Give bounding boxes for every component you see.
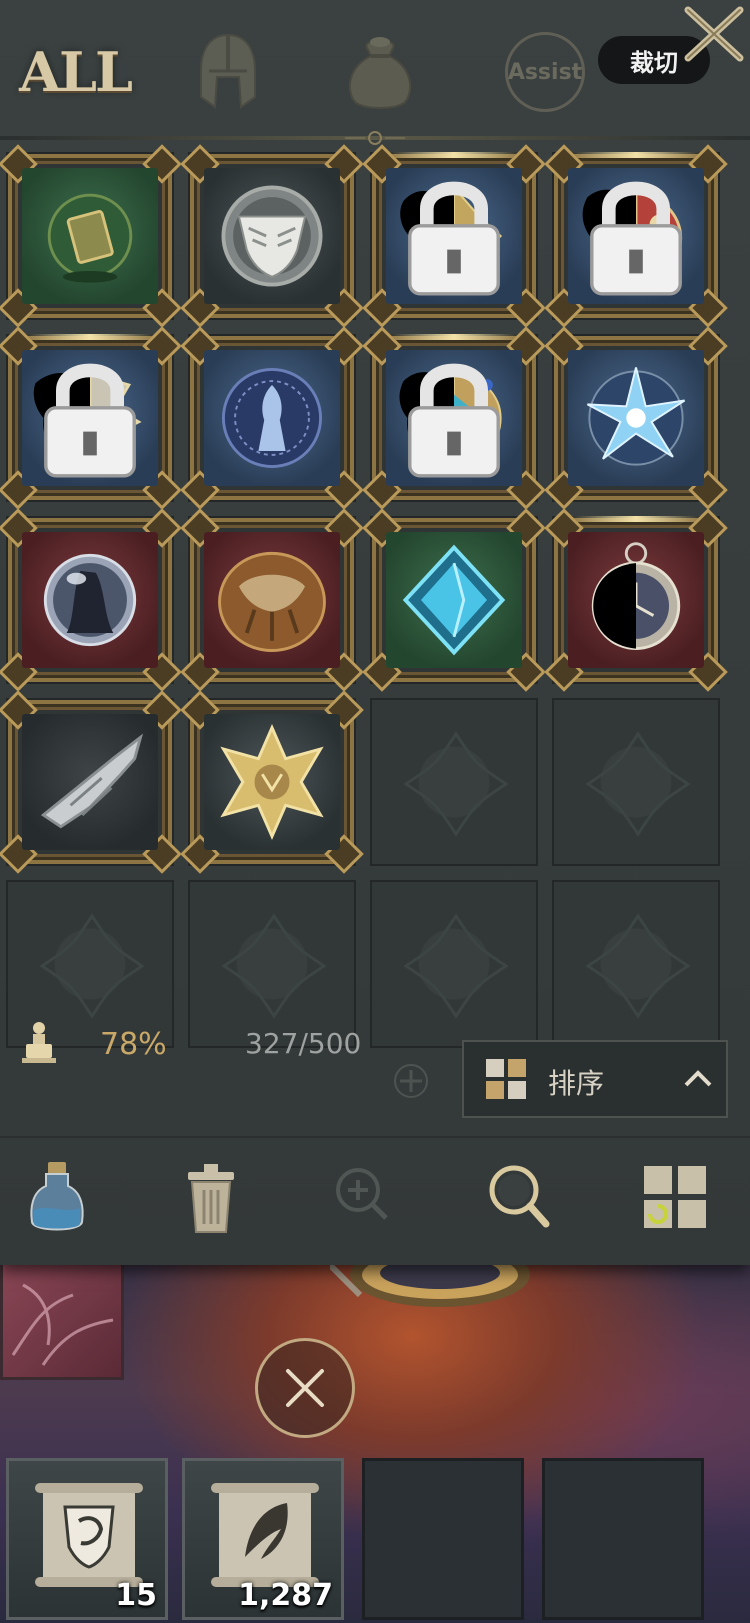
inventory-slot[interactable] bbox=[0, 508, 182, 692]
empty-slot[interactable] bbox=[370, 880, 538, 1048]
expand-capacity-icon[interactable] bbox=[392, 1062, 430, 1100]
empty-slot-pattern-icon bbox=[585, 913, 691, 1019]
empty-slot-pattern-icon bbox=[403, 731, 509, 837]
inventory-slot[interactable] bbox=[362, 144, 546, 328]
cyan-diamond-crystal-icon bbox=[402, 544, 506, 656]
pendant-ornament bbox=[330, 1265, 530, 1307]
empty-slot[interactable] bbox=[370, 698, 538, 866]
blue-spirit-sigil-icon bbox=[221, 367, 323, 469]
inventory-slot[interactable] bbox=[362, 508, 546, 692]
assist-ring-icon: Assist bbox=[505, 32, 585, 112]
tab-consumables[interactable] bbox=[340, 22, 420, 122]
grid-refresh-icon bbox=[644, 1166, 706, 1228]
magnify-plus-icon bbox=[336, 1168, 388, 1220]
scene-card bbox=[0, 1262, 124, 1380]
ornament-pattern-icon bbox=[11, 1283, 114, 1366]
empty-slot-pattern-icon bbox=[221, 913, 327, 1019]
lock-icon bbox=[408, 363, 500, 478]
lock-icon bbox=[590, 181, 682, 296]
close-icon bbox=[286, 1369, 324, 1407]
quickbar-slot-empty[interactable] bbox=[362, 1458, 524, 1620]
scene-close-button[interactable] bbox=[255, 1338, 355, 1438]
empty-slot[interactable] bbox=[188, 880, 356, 1048]
potion-button[interactable] bbox=[22, 1158, 92, 1238]
weight-percent: 78% bbox=[100, 1027, 167, 1062]
inventory-slot[interactable] bbox=[0, 690, 182, 874]
empty-slot-pattern-icon bbox=[585, 731, 691, 837]
inventory-slot[interactable] bbox=[362, 326, 546, 510]
search-icon bbox=[489, 1165, 550, 1228]
inventory-capacity: 327/500 bbox=[245, 1027, 362, 1060]
sort-label: 排序 bbox=[548, 1067, 605, 1100]
tab-all-label: ALL bbox=[19, 40, 133, 104]
inventory-slot[interactable] bbox=[180, 508, 364, 692]
lock-icon bbox=[44, 363, 136, 478]
crystal-ball-icon bbox=[43, 553, 137, 647]
item-count: 1,287 bbox=[238, 1578, 333, 1613]
lock-icon bbox=[408, 181, 500, 296]
inventory-slot[interactable] bbox=[180, 690, 364, 874]
winged-crest-emblem-icon bbox=[221, 185, 323, 287]
chevron-up-icon bbox=[684, 1070, 712, 1087]
silver-gauntlet-icon bbox=[40, 733, 144, 829]
green-tome-orb-icon bbox=[47, 193, 133, 283]
empty-slot-pattern-icon bbox=[39, 913, 145, 1019]
inventory-slot[interactable] bbox=[544, 144, 728, 328]
search-button[interactable] bbox=[484, 1158, 554, 1238]
quickbar-slot-empty[interactable] bbox=[542, 1458, 704, 1620]
divider-ornament-icon bbox=[345, 131, 405, 145]
pocket-watch-icon bbox=[591, 542, 681, 651]
tab-all[interactable]: ALL bbox=[19, 22, 133, 122]
zoom-in-button[interactable] bbox=[328, 1158, 398, 1238]
inventory-slot[interactable] bbox=[0, 326, 182, 510]
empty-slot[interactable] bbox=[552, 880, 720, 1048]
potion-bottle-icon bbox=[30, 1162, 84, 1231]
weight-icon bbox=[22, 1022, 56, 1063]
inventory-slot[interactable] bbox=[180, 326, 364, 510]
grid-refresh-button[interactable] bbox=[640, 1158, 710, 1238]
inventory-slot[interactable] bbox=[544, 508, 728, 692]
tab-equipment[interactable] bbox=[188, 22, 268, 122]
trash-can-icon bbox=[188, 1164, 234, 1233]
inventory-slot[interactable] bbox=[180, 144, 364, 328]
lion-crest-scroll-icon bbox=[35, 1483, 143, 1587]
sort-button[interactable]: 排序 bbox=[462, 1040, 728, 1118]
empty-slot[interactable] bbox=[552, 698, 720, 866]
item-count: 15 bbox=[115, 1578, 157, 1613]
discard-button[interactable] bbox=[176, 1158, 246, 1238]
grid-icon bbox=[486, 1059, 526, 1099]
inventory-slot[interactable] bbox=[544, 326, 728, 510]
toolbar-divider bbox=[0, 1136, 750, 1138]
quickbar-slot[interactable]: 1,287 bbox=[182, 1458, 344, 1620]
pouch-icon bbox=[348, 37, 412, 109]
golden-star-emblem-icon bbox=[220, 723, 324, 841]
feather-scroll-icon bbox=[211, 1483, 319, 1587]
close-icon[interactable] bbox=[680, 2, 748, 66]
tab-assist-label: Assist bbox=[507, 59, 583, 85]
ice-star-shard-icon bbox=[586, 367, 686, 466]
inventory-slot[interactable] bbox=[0, 144, 182, 328]
inventory-panel: ALL Assist 裁切 78% 327/500 排序 bbox=[0, 0, 750, 1265]
tab-assist[interactable]: Assist bbox=[500, 22, 590, 122]
quickbar-slot[interactable]: 15 bbox=[6, 1458, 168, 1620]
helmet-icon bbox=[200, 33, 256, 109]
empty-slot-pattern-icon bbox=[403, 913, 509, 1019]
bronze-shell-icon bbox=[218, 551, 326, 652]
